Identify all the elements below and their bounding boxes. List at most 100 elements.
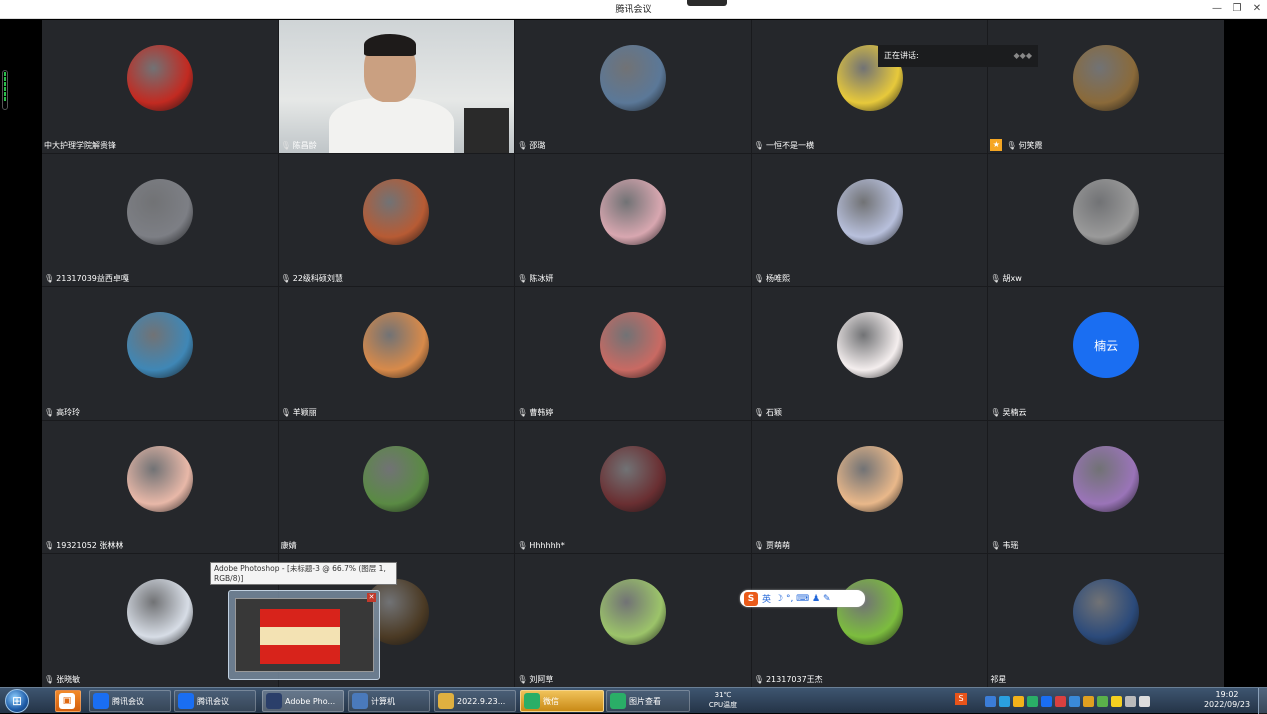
participant-tile[interactable]: 🎙 邵璐	[515, 20, 751, 153]
taskbar-pinned-app[interactable]: ▣	[55, 690, 81, 712]
participant-tile[interactable]: 🎙 陈昌龄	[278, 20, 515, 153]
avatar-initials: 楠云	[1094, 338, 1119, 353]
participant-tile[interactable]: 🎙 胡xw	[988, 153, 1224, 287]
taskbar-item[interactable]: 图片查看	[606, 690, 690, 712]
taskbar-item[interactable]: 计算机	[348, 690, 430, 712]
participant-tile[interactable]: 🎙 石颖	[751, 287, 988, 420]
thumbnail-close-icon[interactable]: ✕	[367, 593, 376, 602]
show-desktop-button[interactable]	[1258, 688, 1267, 714]
participant-grid: 中大护理学院解贵锋 🎙 陈昌龄 🎙 邵璐 🎙 一恒不是一横 ★ 🎙 何笑霞 🎙 21317039益西卓…	[42, 20, 1224, 687]
taskbar-item[interactable]: Adobe Pho...	[262, 690, 344, 712]
tray-app-icon[interactable]	[1083, 695, 1094, 707]
tray-app-icon[interactable]	[1097, 695, 1108, 707]
microphone-icon: 🎙	[44, 675, 55, 684]
participant-tile[interactable]: 楠云 🎙 吴楠云	[988, 287, 1224, 420]
close-button[interactable]: ✕	[1250, 3, 1264, 15]
taskbar-app-icon	[438, 693, 454, 709]
participant-name: 吴楠云	[1002, 407, 1027, 417]
participant-label: 🎙 贾萌萌	[754, 539, 790, 552]
participant-name: 邵璐	[529, 140, 546, 150]
taskbar: ⊞ ▣ 腾讯会议 腾讯会议 Adobe Pho... 计算机 2022.9.23... 微…	[0, 687, 1267, 714]
avatar	[836, 445, 903, 512]
participant-tile[interactable]: 🎙 贾萌萌	[751, 420, 988, 554]
participant-name: 21317039益西卓嘎	[56, 274, 129, 284]
taskbar-thumbnail-preview[interactable]: ✕	[228, 590, 380, 680]
taskbar-item-label: 腾讯会议	[197, 696, 229, 706]
participant-label: 🎙 一恒不是一横	[754, 139, 814, 152]
participant-tile[interactable]: 🎙 一恒不是一横	[751, 20, 988, 153]
tray-meeting-icon[interactable]	[1041, 695, 1052, 707]
tray-app-icon[interactable]	[1055, 695, 1066, 707]
maximize-button[interactable]: ❐	[1230, 3, 1244, 15]
microphone-icon: 🎙	[990, 274, 1001, 284]
avatar	[599, 445, 666, 512]
participant-tile[interactable]: 🎙 刘阿草	[515, 554, 751, 687]
participant-tile[interactable]: 康婧	[278, 420, 515, 554]
participant-name: 韦瑶	[1002, 541, 1019, 551]
participant-label: 🎙 杨唯熙	[754, 272, 790, 285]
clock[interactable]: 19:02 2022/09/23	[1203, 690, 1251, 710]
microphone-icon: 🎙	[753, 274, 764, 284]
participant-tile[interactable]: 🎙 22级科硕刘慧	[278, 153, 515, 287]
tray-wechat-icon[interactable]	[1027, 695, 1038, 707]
ime-options-icon[interactable]: ☽ °, ⌨ ♟ ✎	[775, 594, 830, 604]
taskbar-item[interactable]: 腾讯会议	[174, 690, 256, 712]
participant-tile[interactable]: 🎙 21317039益西卓嘎	[42, 153, 278, 287]
toolbar-handle[interactable]	[687, 0, 727, 6]
participant-label: 🎙 陈冰妍	[517, 272, 553, 285]
taskbar-item[interactable]: 2022.9.23...	[434, 690, 516, 712]
participant-label: 🎙 韦瑶	[990, 539, 1018, 552]
avatar	[126, 579, 193, 646]
ime-toolbar[interactable]: S 英 ☽ °, ⌨ ♟ ✎	[740, 590, 865, 607]
host-badge-icon: ★	[990, 139, 1003, 152]
taskbar-item-label: Adobe Pho...	[285, 696, 336, 706]
participant-tile[interactable]: 🎙 高玲玲	[42, 287, 278, 420]
tray-app-icon[interactable]	[985, 695, 996, 707]
tray-app-icon[interactable]	[1111, 695, 1122, 707]
video-feed	[278, 20, 515, 153]
microphone-icon: 🎙	[517, 140, 528, 150]
participant-tile[interactable]: 中大护理学院解贵锋	[42, 20, 278, 153]
microphone-icon: 🎙	[280, 140, 291, 150]
participant-tile[interactable]: 🎙 陈冰妍	[515, 153, 751, 287]
avatar	[126, 178, 193, 245]
participant-tile[interactable]: 🎙 杨唯熙	[751, 153, 988, 287]
sogou-tray-icon[interactable]: S	[955, 693, 967, 705]
tray-app-icon[interactable]	[1013, 695, 1024, 707]
participant-tile[interactable]: 🎙 19321052 张林林	[42, 420, 278, 554]
tray-app-icon[interactable]	[999, 695, 1010, 707]
participant-label: 🎙 邵璐	[517, 139, 545, 152]
participant-tile[interactable]: 祁星	[988, 554, 1224, 687]
minimize-button[interactable]: —	[1210, 3, 1224, 15]
participant-tile[interactable]: 🎙 羊颖丽	[278, 287, 515, 420]
taskbar-app-icon	[524, 693, 540, 709]
volume-icon[interactable]	[1139, 695, 1150, 707]
microphone-icon: 🎙	[280, 407, 291, 417]
ime-language-toggle[interactable]: 英	[762, 592, 771, 605]
participant-tile[interactable]: 🎙 21317037王杰	[751, 554, 988, 687]
clock-date: 2022/09/23	[1203, 700, 1251, 709]
avatar	[363, 178, 430, 245]
taskbar-item[interactable]: 微信	[520, 690, 604, 712]
participant-tile[interactable]: 🎙 韦瑶	[988, 420, 1224, 554]
microphone-icon: 🎙	[753, 140, 764, 150]
participant-label: 🎙 21317039益西卓嘎	[44, 272, 129, 285]
microphone-icon: 🎙	[1006, 140, 1017, 150]
participant-name: 中大护理学院解贵锋	[44, 140, 116, 150]
participant-label: 🎙 高玲玲	[44, 406, 80, 419]
network-icon[interactable]	[1125, 695, 1136, 707]
participant-tile[interactable]: ★ 🎙 何笑霞	[988, 20, 1224, 153]
participant-label: 🎙 陈昌龄	[281, 139, 317, 152]
participant-label: 🎙 羊颖丽	[281, 406, 317, 419]
tray-app-icon[interactable]	[1069, 695, 1080, 707]
taskbar-item[interactable]: 腾讯会议	[89, 690, 171, 712]
start-button[interactable]: ⊞	[5, 689, 29, 713]
participant-name: 高玲玲	[56, 407, 81, 417]
participant-name: 何笑霞	[1018, 140, 1043, 150]
taskbar-tooltip: Adobe Photoshop - [未标题-3 @ 66.7% (图层 1, …	[210, 562, 397, 585]
avatar	[836, 312, 903, 379]
participant-name: 一恒不是一横	[765, 140, 814, 150]
participant-label: 🎙 石颖	[754, 406, 782, 419]
participant-tile[interactable]: 🎙 Hhhhhh*	[515, 420, 751, 554]
participant-tile[interactable]: 🎙 曹韩婷	[515, 287, 751, 420]
